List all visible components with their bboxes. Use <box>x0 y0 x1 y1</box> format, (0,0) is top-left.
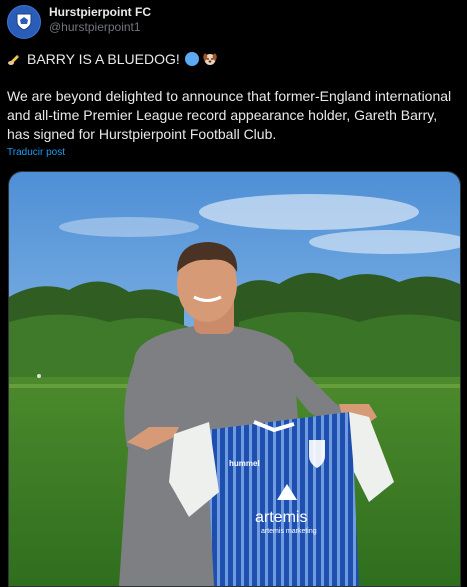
blue-circle-icon <box>184 52 199 66</box>
tweet-headline: BARRY IS A BLUEDOG! <box>27 50 180 67</box>
shirt-brand: hummel <box>229 459 260 468</box>
tweet-header: Hurstpierpoint FC @hurstpierpoint1 <box>7 5 151 39</box>
club-crest-icon <box>16 13 32 31</box>
tweet-photo[interactable]: hummel artemis artemis marketing <box>8 171 461 587</box>
photo-scene: hummel artemis artemis marketing <box>9 172 460 586</box>
tweet-text: BARRY IS A BLUEDOG! We are beyond deligh… <box>7 49 462 144</box>
tweet-body: We are beyond delighted to announce that… <box>7 88 452 142</box>
sponsor-tagline: artemis marketing <box>261 528 317 535</box>
dog-face-icon <box>203 53 217 65</box>
sponsor-name: artemis <box>255 509 307 526</box>
display-name[interactable]: Hurstpierpoint FC <box>49 5 151 20</box>
translate-post-link[interactable]: Traducir post <box>7 147 65 158</box>
user-handle[interactable]: @hurstpierpoint1 <box>49 20 151 35</box>
avatar[interactable] <box>7 5 41 39</box>
writing-hand-icon <box>8 54 20 65</box>
